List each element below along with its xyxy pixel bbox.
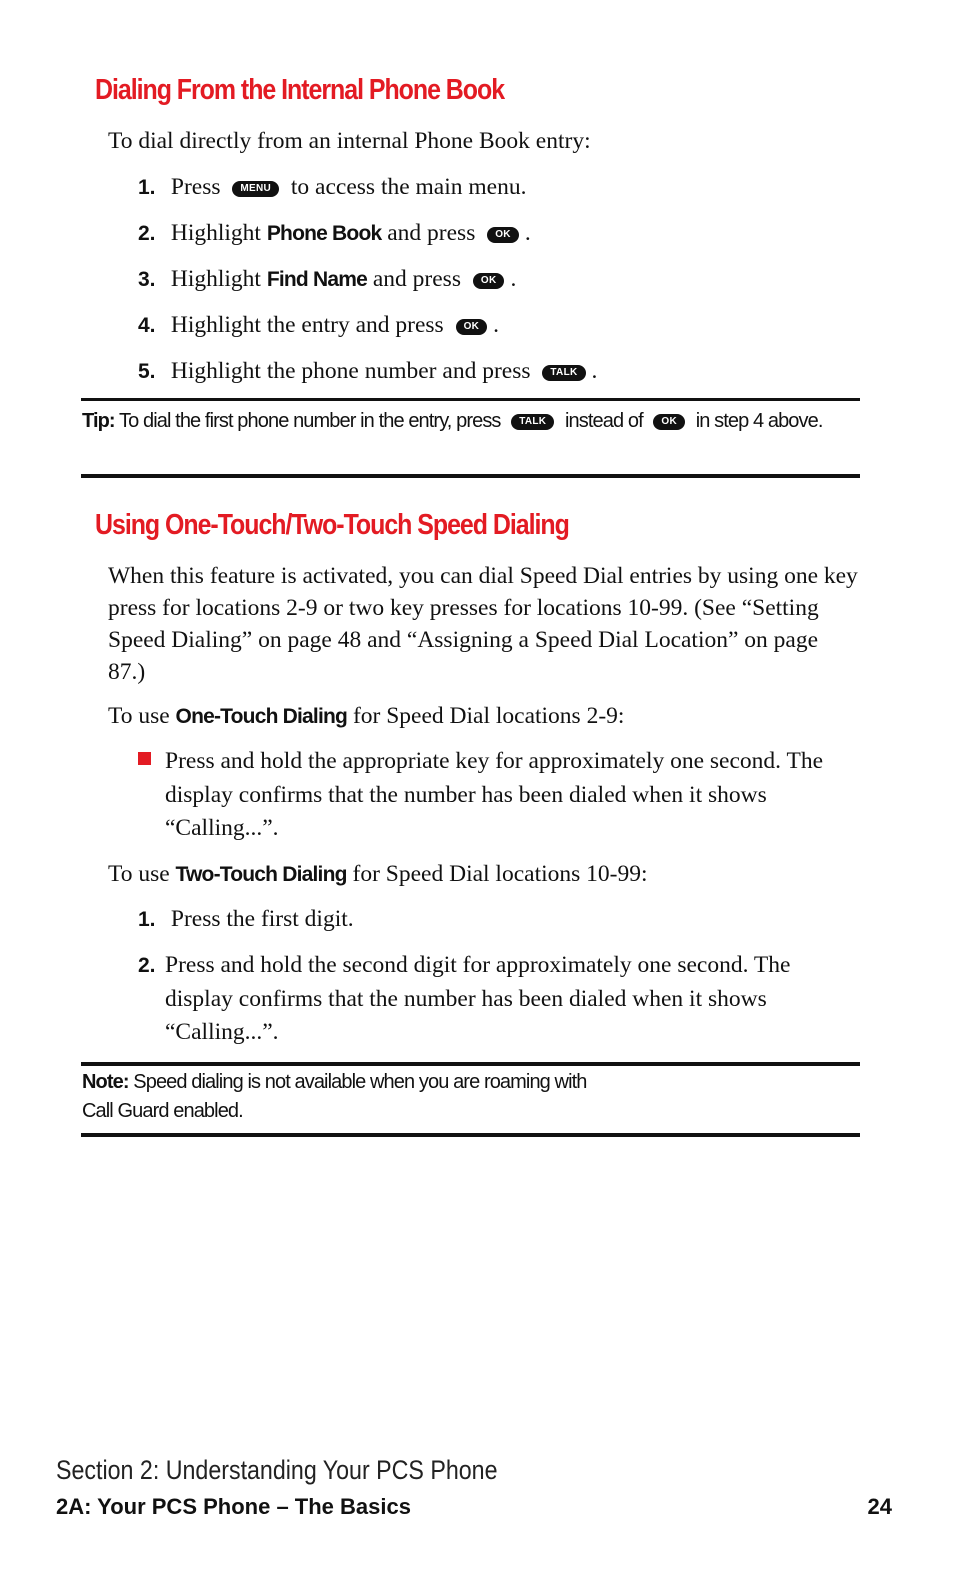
- step-number: 3.: [138, 268, 156, 291]
- step-text: Highlight: [170, 220, 261, 246]
- step-5: 5. Highlight the phone number and press …: [138, 354, 858, 389]
- two-touch-step-2: 2. Press and hold the second digit for ap…: [138, 949, 858, 1050]
- one-touch-intro: To use One-Touch Dialing for Speed Dial …: [108, 700, 858, 733]
- step-text: to access the main menu.: [290, 174, 527, 200]
- tip-text: instead of: [565, 410, 644, 432]
- note-top-rule: [81, 1062, 860, 1066]
- step-number: 4.: [138, 314, 156, 337]
- step-text: .: [524, 220, 531, 246]
- ok-key-icon: OK: [487, 227, 519, 243]
- footer-chapter-title: 2A: Your PCS Phone – The Basics: [56, 1494, 411, 1519]
- step-4: 4. Highlight the entry and press OK.: [138, 308, 858, 343]
- section-intro: To dial directly from an internal Phone …: [108, 128, 591, 154]
- step-number: 1.: [138, 176, 156, 199]
- tip-top-rule: [81, 398, 860, 401]
- section-heading-speed-dialing: Using One-Touch/Two-Touch Speed Dialing: [95, 509, 570, 541]
- step-3: 3. Highlight Find Name and press OK.: [138, 262, 858, 297]
- bullet-item: Press and hold the appropriate key for a…: [138, 745, 858, 846]
- feature-name: One-Touch Dialing: [175, 705, 348, 728]
- bullet-text: Press and hold the appropriate key for a…: [165, 748, 824, 841]
- menu-item-name: Phone Book: [266, 222, 382, 245]
- ok-key-icon: OK: [455, 319, 488, 335]
- step-text: Press: [170, 174, 221, 200]
- step-text: .: [493, 312, 500, 338]
- step-text: and press: [387, 220, 476, 246]
- talk-key-icon: TALK: [542, 365, 586, 381]
- ok-key-icon: OK: [472, 273, 505, 289]
- step-number: 2.: [138, 954, 156, 977]
- two-touch-step-1: 1. Press the first digit.: [138, 902, 858, 937]
- note-callout: Note: Speed dialing is not available whe…: [82, 1068, 852, 1126]
- step-number: 2.: [138, 222, 156, 245]
- note-bottom-rule: [81, 1133, 860, 1137]
- tip-callout: Tip: To dial the first phone number in t…: [82, 407, 852, 436]
- intro-text: for Speed Dial locations 10-99:: [352, 861, 648, 887]
- step-text: and press: [372, 266, 461, 292]
- step-text: Press and hold the second digit for appr…: [165, 952, 791, 1045]
- step-number: 5.: [138, 360, 156, 383]
- bullet-square-icon: [138, 752, 151, 765]
- note-label: Note:: [82, 1071, 130, 1093]
- talk-key-icon: TALK: [511, 414, 555, 430]
- intro-text: To use: [108, 703, 170, 729]
- feature-name: Two-Touch Dialing: [175, 863, 348, 886]
- tip-text: in step 4 above.: [695, 410, 824, 432]
- step-text: .: [591, 358, 598, 384]
- page-number: 24: [867, 1494, 892, 1519]
- step-text: Press the first digit.: [170, 906, 354, 932]
- intro-text: To use: [108, 861, 170, 887]
- step-text: Highlight the phone number and press: [170, 358, 531, 384]
- tip-label: Tip:: [82, 410, 116, 432]
- ok-key-icon: OK: [653, 414, 686, 430]
- tip-text: To dial the first phone number in the en…: [119, 410, 501, 432]
- tip-bottom-rule: [81, 474, 860, 478]
- step-text: .: [510, 266, 517, 292]
- footer-section-title: Section 2: Understanding Your PCS Phone: [56, 1455, 498, 1485]
- menu-item-name: Find Name: [266, 268, 368, 291]
- section-intro: When this feature is activated, you can …: [108, 563, 858, 685]
- step-text: Highlight: [170, 266, 261, 292]
- two-touch-intro: To use Two-Touch Dialing for Speed Dial …: [108, 858, 858, 891]
- note-text: Speed dialing is not available when you …: [133, 1071, 587, 1093]
- step-1: 1. Press MENU to access the main menu.: [138, 170, 858, 205]
- section-heading-phone-book: Dialing From the Internal Phone Book: [95, 74, 505, 106]
- note-text: Call Guard enabled.: [82, 1100, 244, 1122]
- step-2: 2. Highlight Phone Book and press OK.: [138, 216, 858, 251]
- step-number: 1.: [138, 908, 156, 931]
- menu-key-icon: MENU: [232, 181, 280, 197]
- step-text: Highlight the entry and press: [170, 312, 444, 338]
- intro-text: for Speed Dial locations 2-9:: [352, 703, 625, 729]
